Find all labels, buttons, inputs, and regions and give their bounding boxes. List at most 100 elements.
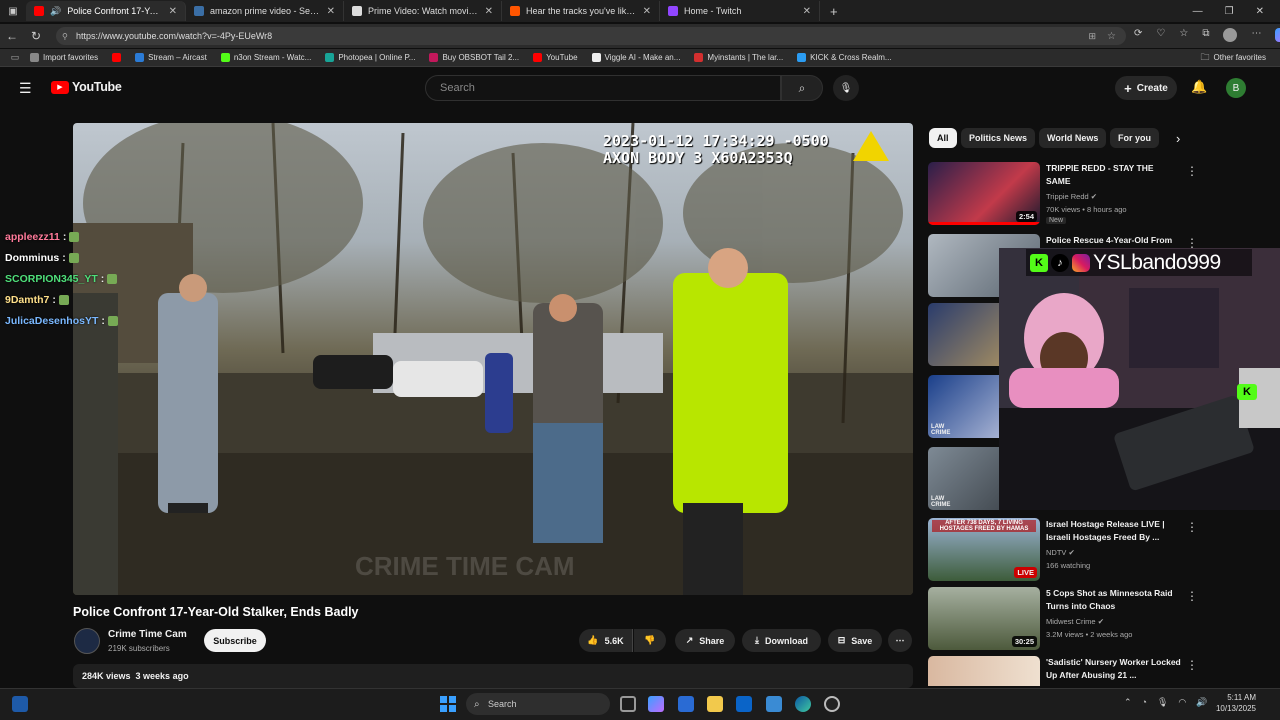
bookmark-obsbot[interactable]: Buy OBSBOT Tail 2... <box>429 53 519 62</box>
download-button[interactable]: ⤓ Download <box>742 629 821 652</box>
app-available-icon[interactable]: ⊞ <box>1088 31 1096 42</box>
minimize-icon[interactable]: — <box>1193 6 1203 17</box>
recommendation-item[interactable]: 'Sadistic' Nursery Worker Locked Up Afte… <box>928 656 1274 686</box>
more-actions-button[interactable]: ⋯ <box>888 629 912 652</box>
copilot-icon[interactable] <box>648 696 664 712</box>
bookmark-photopea[interactable]: Photopea | Online P... <box>325 53 415 62</box>
tab-youtube[interactable]: 🔊 Police Confront 17-Year-Old ✕ <box>26 1 186 21</box>
avatar[interactable]: B <box>1226 78 1246 98</box>
maximize-icon[interactable]: ❐ <box>1225 6 1234 17</box>
close-tab-icon[interactable]: ✕ <box>643 6 651 17</box>
chevron-right-icon[interactable]: › <box>1176 131 1180 146</box>
bookmark-youtube[interactable]: YouTube <box>533 53 578 62</box>
notifications-bell-icon[interactable]: 🔔 <box>1191 79 1207 95</box>
file-explorer-icon[interactable] <box>707 696 723 712</box>
more-vertical-icon[interactable]: ⋮ <box>1186 520 1198 534</box>
menu-icon[interactable]: ☰ <box>19 80 32 97</box>
chip-label: World News <box>1047 133 1099 143</box>
photopea-icon <box>325 53 335 62</box>
chip-world-news[interactable]: World News <box>1039 128 1107 148</box>
favorites-icon[interactable]: ☆ <box>1179 28 1188 42</box>
search-input[interactable]: Search <box>425 75 781 101</box>
more-vertical-icon[interactable]: ⋮ <box>1186 589 1198 603</box>
recommendation-item[interactable]: AFTER 738 DAYS, 7 LIVING HOSTAGES FREED … <box>928 518 1274 582</box>
like-button[interactable]: 👍 5.6K <box>579 629 633 652</box>
bookmark-aircast[interactable]: Stream – Aircast <box>135 53 207 62</box>
subscribe-button[interactable]: Subscribe <box>204 629 266 652</box>
mic-icon[interactable]: 🎙 <box>1157 697 1168 708</box>
taskbar-search-input[interactable]: ⌕ Search <box>466 693 610 715</box>
channel-avatar[interactable] <box>74 628 100 654</box>
tab-prime-video[interactable]: Prime Video: Watch movies, TV sh ✕ <box>344 1 502 21</box>
chat-username: 9Damth7 <box>5 293 50 306</box>
tab-bing-search[interactable]: amazon prime video - Search ✕ <box>186 1 344 21</box>
share-button[interactable]: ↗ Share <box>675 629 735 652</box>
bookmark-import-favorites[interactable]: Import favorites <box>30 53 98 62</box>
aircast-icon <box>135 53 145 62</box>
site-info-icon[interactable]: ⚲ <box>62 32 68 41</box>
chevron-up-icon[interactable]: ⌃ <box>1124 697 1132 708</box>
youtube-logo[interactable]: ▶ YouTube <box>51 80 122 94</box>
widgets-icon[interactable] <box>12 696 28 712</box>
new-tab-icon[interactable]: + <box>820 4 838 19</box>
browser-essentials-icon[interactable]: ♡ <box>1156 28 1165 42</box>
settings-more-icon[interactable]: ⋯ <box>1251 28 1261 42</box>
kick-icon <box>220 53 230 62</box>
dislike-button[interactable]: 👎 <box>634 629 666 652</box>
tab-actions-icon[interactable]: ▭ <box>0 52 30 63</box>
url-field[interactable]: ⚲ https://www.youtube.com/watch?v=-4Py-E… <box>56 27 1126 45</box>
video-player[interactable]: 2023-01-12 17:34:29 -0500 AXON BODY 3 X6… <box>73 123 913 595</box>
tab-mute-icon[interactable]: 🔊 <box>50 6 61 17</box>
profile-icon[interactable] <box>1223 28 1238 42</box>
workspace-icon[interactable]: ▣ <box>0 6 26 17</box>
channel-name[interactable]: Crime Time Cam <box>108 629 187 640</box>
taskbar-clock[interactable]: 5:11 AM 10/13/2025 <box>1216 692 1256 714</box>
copilot-icon[interactable] <box>1275 28 1280 42</box>
close-tab-icon[interactable]: ✕ <box>169 6 177 17</box>
bookmark-other-favorites[interactable]: 🗀 Other favorites <box>1201 50 1266 66</box>
collections-icon[interactable]: ⧉ <box>1202 28 1209 42</box>
wifi-icon[interactable]: ◠ <box>1178 697 1186 708</box>
bookmark-youtube-icon-only[interactable] <box>112 53 122 62</box>
bookmark-n3on[interactable]: n3on Stream - Watc... <box>220 53 311 62</box>
search-button[interactable]: ⌕ <box>781 75 823 101</box>
chip-for-you[interactable]: For you <box>1110 128 1159 148</box>
start-button[interactable] <box>440 696 456 712</box>
create-button[interactable]: + Create <box>1115 76 1177 100</box>
obs-icon[interactable] <box>824 696 840 712</box>
extensions-icon[interactable]: ⟳ <box>1134 28 1142 42</box>
photos-icon[interactable] <box>766 696 782 712</box>
recommendation-title: 'Sadistic' Nursery Worker Locked Up Afte… <box>1046 657 1181 680</box>
description-box[interactable]: 284K views 3 weeks ago <box>73 664 913 688</box>
chip-all[interactable]: All <box>929 128 957 148</box>
emote-icon <box>68 252 79 263</box>
store-icon[interactable] <box>678 696 694 712</box>
new-badge: New <box>1046 217 1067 224</box>
back-icon[interactable]: ← <box>0 29 24 43</box>
subscribe-label: Subscribe <box>213 635 257 646</box>
more-vertical-icon[interactable]: ⋮ <box>1186 164 1198 178</box>
recommendation-item[interactable]: 30:25 5 Cops Shot as Minnesota Raid Turn… <box>928 587 1274 651</box>
voice-search-button[interactable]: 🎙 <box>833 75 859 101</box>
favorite-star-icon[interactable]: ☆ <box>1107 31 1116 42</box>
bookmark-kick-cross[interactable]: KICK & Cross Realm... <box>797 53 892 62</box>
close-tab-icon[interactable]: ✕ <box>485 6 493 17</box>
close-tab-icon[interactable]: ✕ <box>327 6 335 17</box>
tab-twitch[interactable]: Home - Twitch ✕ <box>660 1 820 21</box>
recommendation-item[interactable]: 2:54 TRIPPIE REDD - STAY THE SAME Trippi… <box>928 162 1274 226</box>
volume-icon[interactable]: 🔊 <box>1196 697 1207 708</box>
tab-title: Prime Video: Watch movies, TV sh <box>368 6 479 16</box>
refresh-icon[interactable]: ↻ <box>24 29 48 43</box>
bookmark-viggle[interactable]: Viggle AI - Make an... <box>591 53 680 62</box>
outlook-icon[interactable] <box>736 696 752 712</box>
save-button[interactable]: ⊟ Save <box>828 629 882 652</box>
task-view-icon[interactable] <box>620 696 636 712</box>
more-vertical-icon[interactable]: ⋮ <box>1186 658 1198 672</box>
edge-icon[interactable] <box>795 696 811 712</box>
network-icon[interactable]: ◔ <box>1142 697 1147 708</box>
bookmark-myinstants[interactable]: Myinstants | The lar... <box>694 53 783 62</box>
chip-politics-news[interactable]: Politics News <box>961 128 1036 148</box>
close-tab-icon[interactable]: ✕ <box>803 6 811 17</box>
tab-soundcloud[interactable]: Hear the tracks you've liked: on S ✕ <box>502 1 660 21</box>
close-window-icon[interactable]: ✕ <box>1256 6 1264 17</box>
